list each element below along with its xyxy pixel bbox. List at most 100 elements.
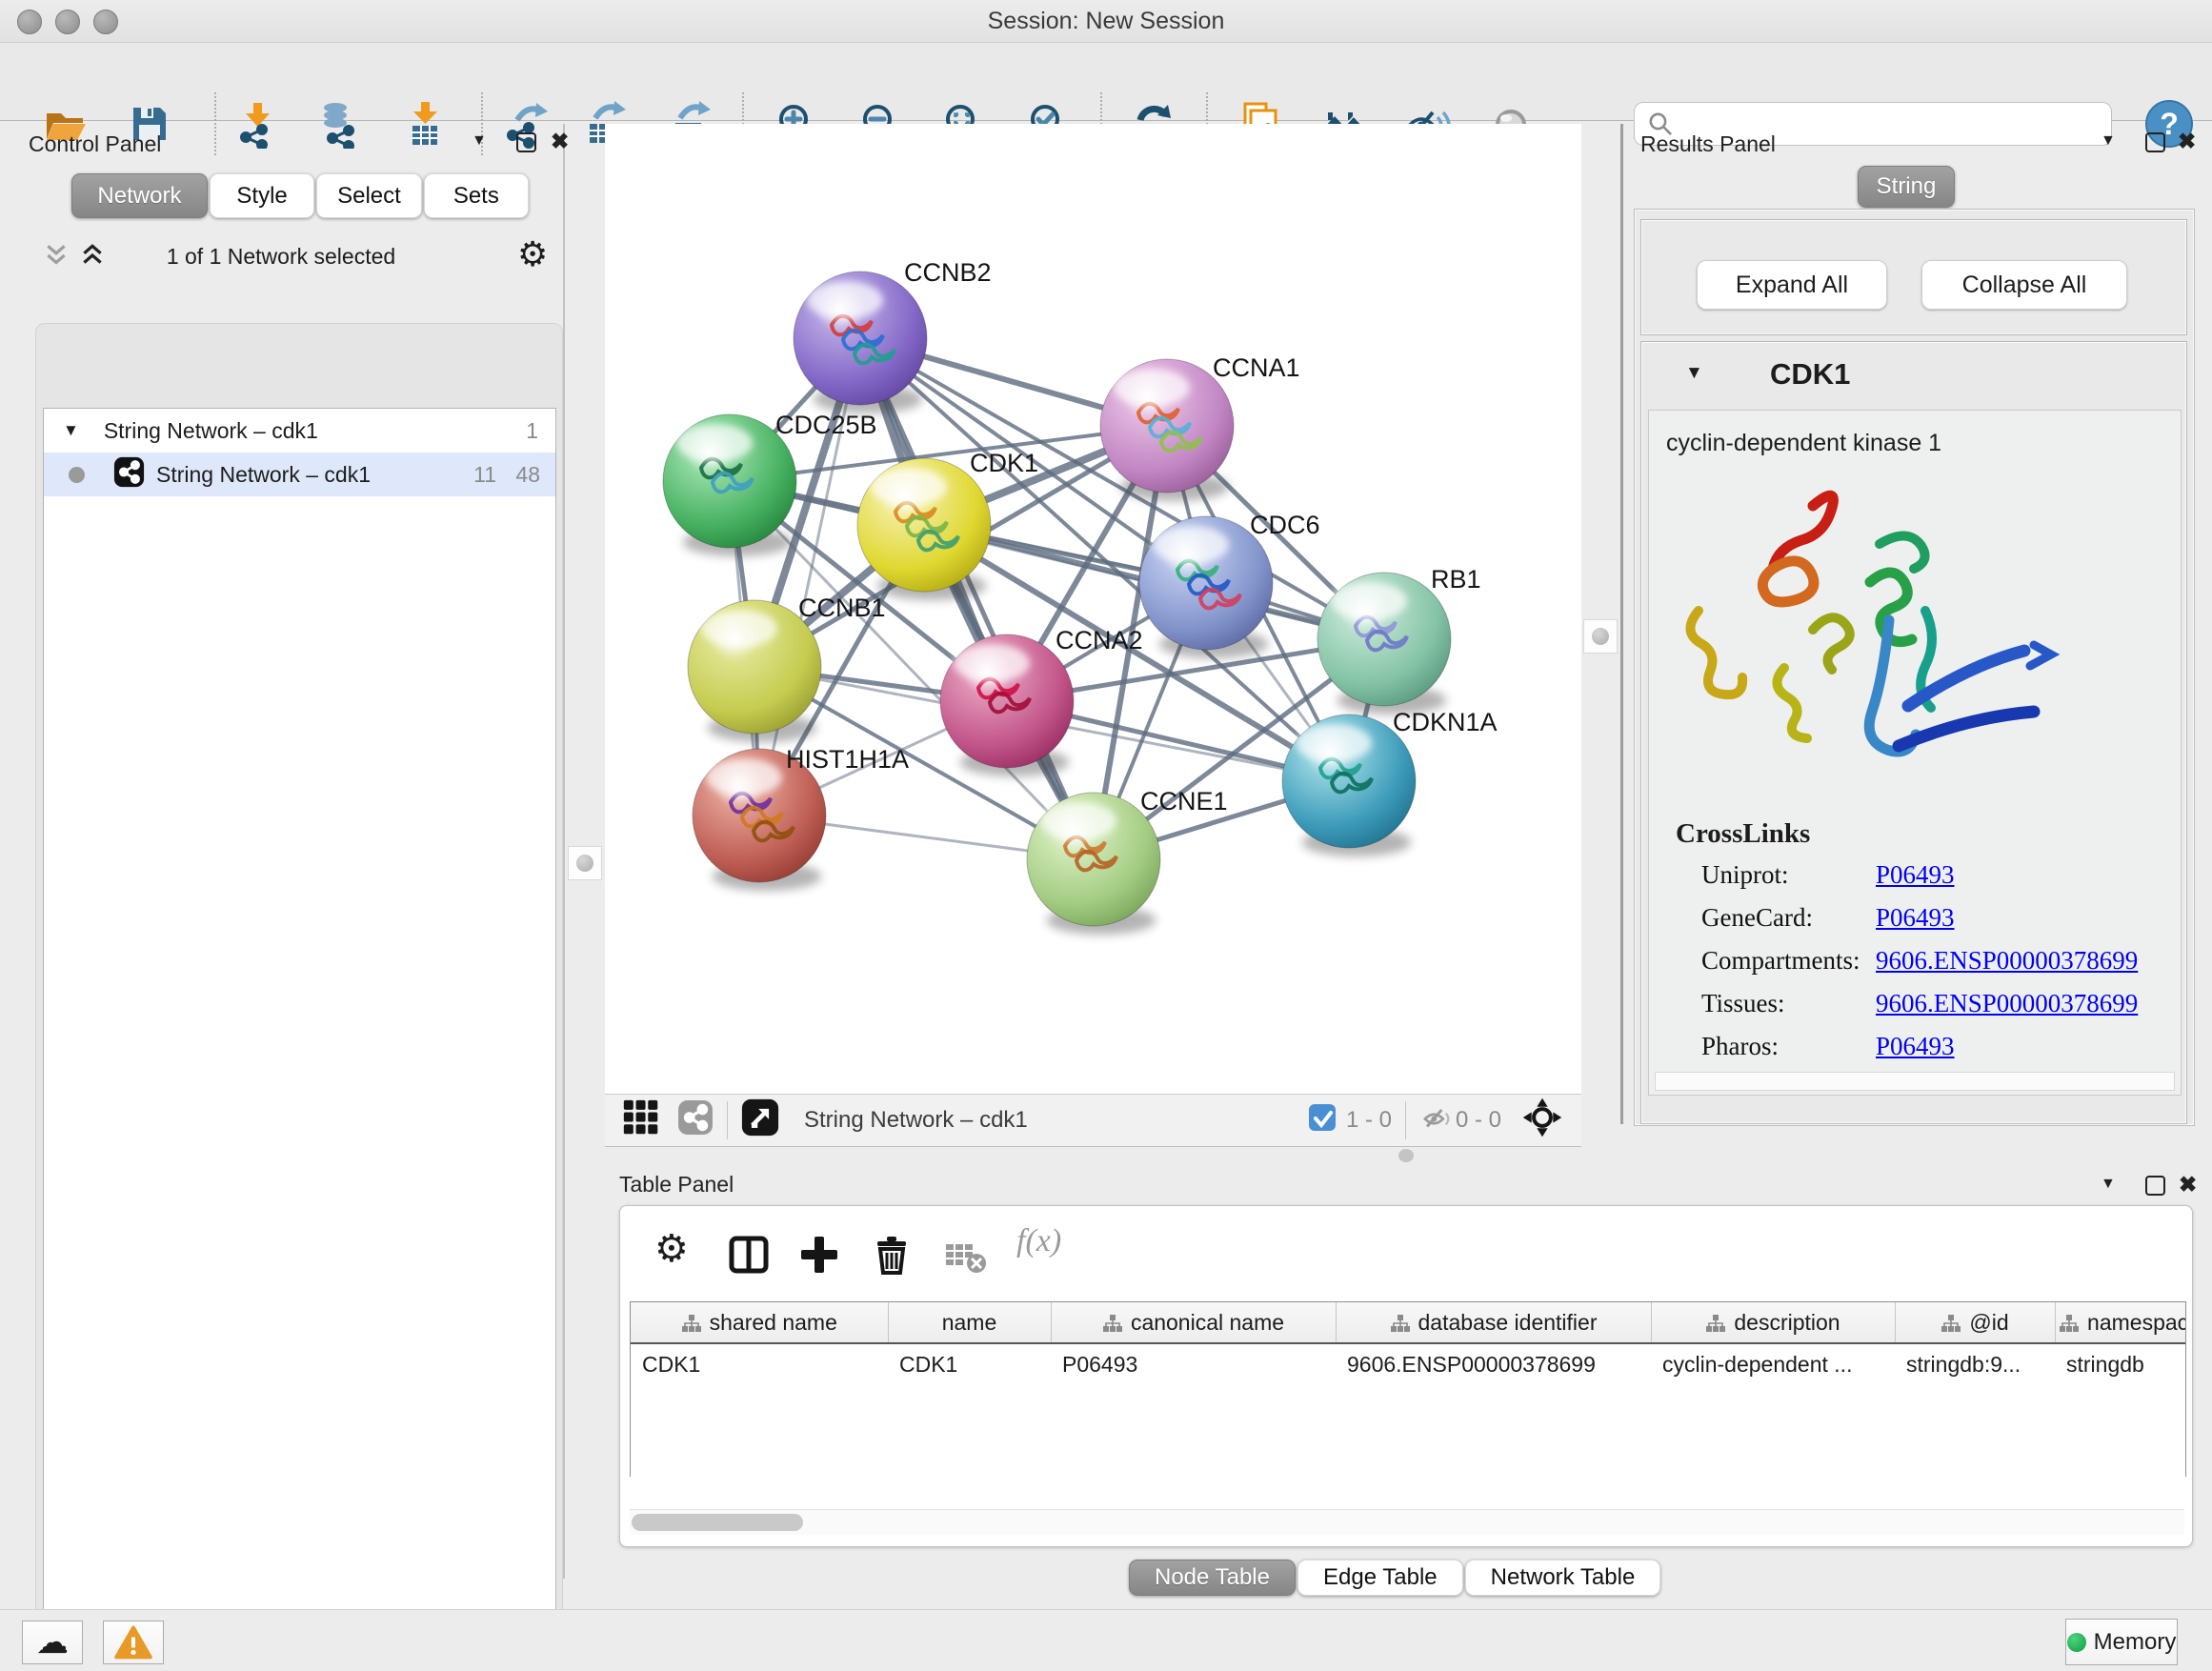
collapse-panel-icon[interactable]: ▼ [472,132,487,150]
column-header-namespace[interactable]: namespace [2055,1302,2186,1343]
float-panel-icon[interactable] [516,132,536,152]
collapse-all-networks-icon[interactable] [43,242,70,273]
tab-string[interactable]: String [1858,166,1955,208]
node-label-CCNA2: CCNA2 [1056,626,1143,654]
network-view-title: String Network – cdk1 [804,1107,1028,1134]
window-title: Session: New Session [0,8,2212,35]
delete-column-icon[interactable] [870,1233,914,1281]
tree-expander-icon[interactable]: ▼ [63,421,79,440]
node-label-CDKN1A: CDKN1A [1393,708,1498,736]
collapse-panel-icon[interactable]: ▼ [2101,132,2116,150]
float-panel-icon[interactable] [2145,132,2165,152]
crosslink-link[interactable]: 9606.ENSP00000378699 [1876,946,2138,976]
crosslink-link[interactable]: 9606.ENSP00000378699 [1876,989,2138,1018]
current-network-indicator [69,467,85,483]
hidden-eye-icon[interactable] [1419,1099,1456,1142]
crosslinks-title: CrossLinks [1676,818,1810,850]
table-row[interactable]: CDK1CDK1P064939606.ENSP00000378699cyclin… [631,1343,2186,1384]
network-collection-row[interactable]: ▼ String Network – cdk1 1 [44,409,555,453]
delete-table-icon [942,1235,988,1281]
left-splitter-handle[interactable] [568,846,602,880]
bottom-splitter-handle[interactable] [1398,1149,1414,1162]
control-panel: Control Panel ▼ ✖ NetworkStyleSelectSets… [14,124,565,1579]
tab-edge-table[interactable]: Edge Table [1297,1560,1463,1596]
crosslink-label: Uniprot: [1701,860,1789,889]
node-CCNA2[interactable] [940,634,1074,776]
results-scrollbar[interactable] [1655,1072,2175,1091]
network-collection-label: String Network – cdk1 [104,418,318,444]
memory-button[interactable]: Memory [2065,1619,2178,1665]
network-list: ▼ String Network – cdk1 1 String Network… [43,408,556,1671]
collapse-panel-icon[interactable]: ▼ [2101,1176,2116,1193]
close-panel-icon[interactable]: ✖ [2179,1174,2197,1196]
grid-view-icon[interactable] [622,1098,660,1143]
table-cell[interactable]: cyclin-dependent ... [1651,1343,1895,1384]
table-cell[interactable]: CDK1 [631,1343,888,1384]
crosslink-row: Pharos:P06493 [1701,1032,1779,1061]
edge-CCNB2-CCNE1[interactable] [860,338,1094,859]
tab-style[interactable]: Style [210,173,314,218]
warnings-button[interactable] [103,1621,164,1664]
close-panel-icon[interactable]: ✖ [551,131,569,152]
tab-sets[interactable]: Sets [424,173,529,218]
node-label-CDC25B: CDC25B [775,411,877,439]
cloud-icon: ☁ [36,1623,69,1661]
crosslink-link[interactable]: P06493 [1876,1032,1955,1061]
column-header-canonical-name[interactable]: canonical name [1051,1302,1336,1343]
warning-icon [113,1623,153,1661]
selected-checkbox[interactable] [1308,1103,1337,1138]
float-panel-icon[interactable] [2145,1176,2165,1196]
create-column-icon[interactable] [797,1233,841,1281]
table-horizontal-scrollbar[interactable] [630,1509,2184,1535]
table-cell[interactable]: stringdb:9... [1895,1343,2055,1384]
show-columns-icon[interactable] [727,1233,771,1281]
string-view-icon[interactable] [677,1099,714,1142]
crosslink-link[interactable]: P06493 [1876,860,1955,890]
gene-details: cyclin-dependent kinase 1 CrossLinks Uni… [1648,410,2182,1096]
node-table-container: ⚙ f(x) shared namenamecanonical namedata… [619,1205,2193,1547]
cloud-button[interactable]: ☁ [22,1621,83,1664]
results-button-row: Expand All Collapse All [1640,219,2187,335]
crosslink-label: Compartments: [1701,946,1860,975]
node-CDK1[interactable] [857,458,991,600]
network-row[interactable]: String Network – cdk1 11 48 [44,453,555,496]
tab-node-table[interactable]: Node Table [1129,1560,1296,1596]
node-RB1[interactable] [1317,573,1451,715]
tab-network-table[interactable]: Network Table [1465,1560,1661,1596]
table-cell[interactable]: stringdb [2055,1343,2186,1384]
detach-view-icon[interactable] [741,1098,779,1143]
results-splitter-line[interactable] [1620,124,1623,1124]
birds-eye-crosshair-icon[interactable] [1522,1097,1562,1144]
gene-section-expander-icon[interactable]: ▼ [1685,363,1703,384]
statusbar-separator [727,1101,728,1139]
table-cell[interactable]: 9606.ENSP00000378699 [1336,1343,1651,1384]
tab-select[interactable]: Select [316,173,421,218]
table-panel-title: Table Panel [619,1172,734,1198]
table-options-gear-icon[interactable]: ⚙ [654,1227,689,1271]
right-splitter-handle[interactable] [1583,619,1618,654]
crosslink-row: GeneCard:P06493 [1701,903,1813,933]
crosslink-link[interactable]: P06493 [1876,903,1955,933]
table-header-row: shared namenamecanonical namedatabase id… [631,1302,2186,1343]
table-cell[interactable]: P06493 [1051,1343,1336,1384]
column-header-shared-name[interactable]: shared name [631,1302,888,1343]
column-header-name[interactable]: name [888,1302,1051,1343]
table-cell[interactable]: CDK1 [888,1343,1051,1384]
memory-label: Memory [2094,1629,2177,1656]
column-header-description[interactable]: description [1651,1302,1895,1343]
expand-all-button[interactable]: Expand All [1697,260,1887,310]
column-header-@id[interactable]: @id [1895,1302,2055,1343]
crosslink-row: Compartments:9606.ENSP00000378699 [1701,946,1860,976]
close-panel-icon[interactable]: ✖ [2178,131,2196,152]
column-header-database-identifier[interactable]: database identifier [1336,1302,1651,1343]
expand-all-networks-icon[interactable] [79,242,106,273]
protein-structure-image [1670,468,2080,811]
network-canvas[interactable]: CCNB2CCNA1CDC25BCDK1CDC6RB1CCNB1CCNA2CDK… [605,124,1581,1094]
collapse-all-button[interactable]: Collapse All [1921,260,2127,310]
network-label: String Network – cdk1 [156,462,371,488]
tab-network[interactable]: Network [71,173,208,218]
node-label-CCNB2: CCNB2 [904,258,992,287]
crosslink-label: Tissues: [1701,989,1785,1017]
network-options-gear-icon[interactable]: ⚙ [517,234,548,274]
scrollbar-thumb[interactable] [632,1514,803,1531]
